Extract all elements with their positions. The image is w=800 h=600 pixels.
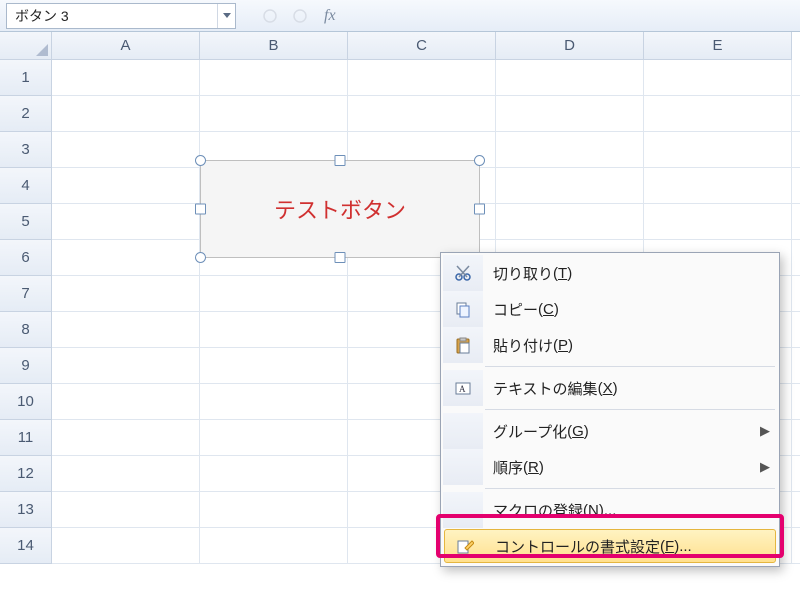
context-menu: 切り取り(T) コピー(C) 貼り付け(P) A テキストの編集(X) グループ… bbox=[440, 252, 780, 567]
row-header[interactable]: 6 bbox=[0, 240, 52, 276]
blank-icon bbox=[443, 413, 483, 449]
menu-label: グループ化(G) bbox=[483, 421, 753, 442]
spreadsheet-grid: ABCDE 1234567891011121314 テストボタン 切り取り(T)… bbox=[0, 32, 800, 600]
menu-item-order[interactable]: 順序(R) ▶ bbox=[443, 449, 777, 485]
column-header[interactable]: C bbox=[348, 32, 496, 60]
scissors-icon bbox=[443, 255, 483, 291]
row-header[interactable]: 13 bbox=[0, 492, 52, 528]
row-header[interactable]: 2 bbox=[0, 96, 52, 132]
formula-bar-buttons bbox=[260, 6, 310, 26]
column-header[interactable]: E bbox=[644, 32, 792, 60]
copy-icon bbox=[443, 291, 483, 327]
format-control-icon bbox=[445, 530, 485, 562]
column-headers: ABCDE bbox=[52, 32, 800, 60]
menu-label: コピー(C) bbox=[483, 299, 777, 320]
row-header[interactable]: 9 bbox=[0, 348, 52, 384]
menu-separator bbox=[485, 366, 775, 367]
formula-bar: ボタン 3 fx bbox=[0, 0, 800, 32]
menu-item-format-control[interactable]: コントロールの書式設定(F)... bbox=[444, 529, 776, 563]
select-all-corner[interactable] bbox=[0, 32, 52, 60]
menu-label: マクロの登録(N)... bbox=[483, 500, 777, 521]
submenu-arrow-icon: ▶ bbox=[753, 459, 777, 475]
svg-text:A: A bbox=[459, 384, 466, 394]
resize-handle-tr[interactable] bbox=[474, 155, 485, 166]
row-header[interactable]: 4 bbox=[0, 168, 52, 204]
enter-icon[interactable] bbox=[290, 6, 310, 26]
blank-icon bbox=[443, 449, 483, 485]
row-header[interactable]: 12 bbox=[0, 456, 52, 492]
menu-item-paste[interactable]: 貼り付け(P) bbox=[443, 327, 777, 363]
resize-handle-tl[interactable] bbox=[195, 155, 206, 166]
name-box-value: ボタン 3 bbox=[7, 6, 217, 26]
row-headers: 1234567891011121314 bbox=[0, 60, 52, 564]
menu-separator bbox=[485, 409, 775, 410]
menu-item-copy[interactable]: コピー(C) bbox=[443, 291, 777, 327]
column-header[interactable]: D bbox=[496, 32, 644, 60]
row-header[interactable]: 3 bbox=[0, 132, 52, 168]
name-box-dropdown[interactable] bbox=[217, 4, 235, 28]
resize-handle-r[interactable] bbox=[474, 204, 485, 215]
name-box[interactable]: ボタン 3 bbox=[6, 3, 236, 29]
row-header[interactable]: 7 bbox=[0, 276, 52, 312]
edit-text-icon: A bbox=[443, 370, 483, 406]
menu-label: コントロールの書式設定(F)... bbox=[485, 536, 775, 557]
menu-label: 切り取り(T) bbox=[483, 263, 777, 284]
menu-item-cut[interactable]: 切り取り(T) bbox=[443, 255, 777, 291]
row-header[interactable]: 8 bbox=[0, 312, 52, 348]
cancel-icon[interactable] bbox=[260, 6, 280, 26]
column-header[interactable]: B bbox=[200, 32, 348, 60]
menu-label: 順序(R) bbox=[483, 457, 753, 478]
menu-item-edit-text[interactable]: A テキストの編集(X) bbox=[443, 370, 777, 406]
column-header[interactable]: A bbox=[52, 32, 200, 60]
button-text: テストボタン bbox=[274, 193, 406, 225]
resize-handle-t[interactable] bbox=[335, 155, 346, 166]
menu-label: 貼り付け(P) bbox=[483, 335, 777, 356]
form-button[interactable]: テストボタン bbox=[200, 160, 480, 258]
row-header[interactable]: 1 bbox=[0, 60, 52, 96]
row-header[interactable]: 14 bbox=[0, 528, 52, 564]
resize-handle-l[interactable] bbox=[195, 204, 206, 215]
paste-icon bbox=[443, 327, 483, 363]
menu-item-assign-macro[interactable]: マクロの登録(N)... bbox=[443, 492, 777, 528]
row-header[interactable]: 5 bbox=[0, 204, 52, 240]
resize-handle-b[interactable] bbox=[335, 252, 346, 263]
menu-label: テキストの編集(X) bbox=[483, 378, 777, 399]
resize-handle-bl[interactable] bbox=[195, 252, 206, 263]
fx-label[interactable]: fx bbox=[320, 7, 336, 25]
row-header[interactable]: 11 bbox=[0, 420, 52, 456]
blank-icon bbox=[443, 492, 483, 528]
row-header[interactable]: 10 bbox=[0, 384, 52, 420]
menu-separator bbox=[485, 488, 775, 489]
submenu-arrow-icon: ▶ bbox=[753, 423, 777, 439]
menu-item-group[interactable]: グループ化(G) ▶ bbox=[443, 413, 777, 449]
